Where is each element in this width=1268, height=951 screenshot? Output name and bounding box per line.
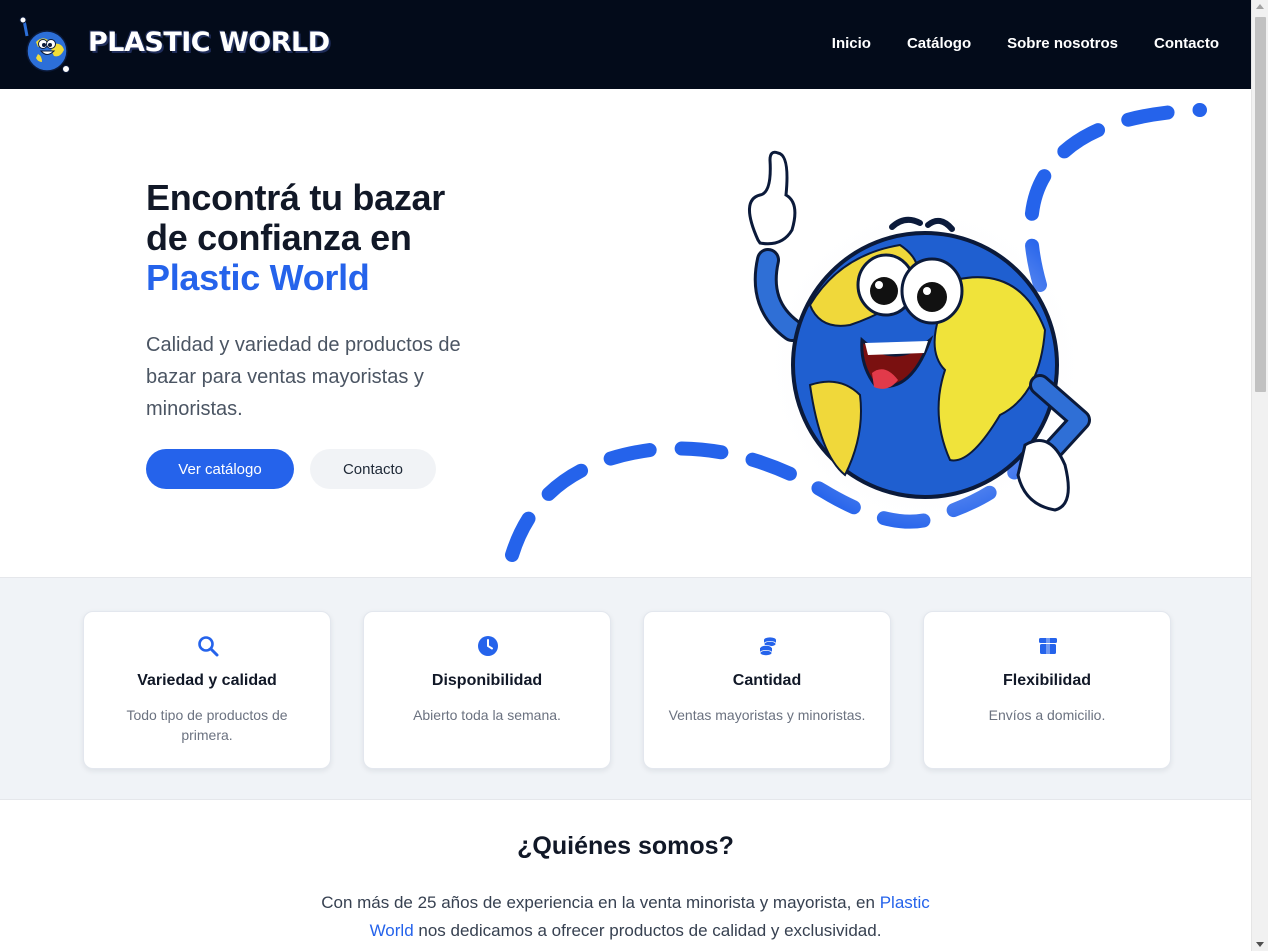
scroll-thumb[interactable] — [1255, 17, 1266, 392]
feature-card-variedad: Variedad y calidad Todo tipo de producto… — [83, 611, 331, 769]
feature-text: Ventas mayoristas y minoristas. — [668, 707, 866, 723]
site-header: PLASTIC WORLD Inicio Catálogo Sobre noso… — [0, 0, 1251, 89]
brand-name[interactable]: PLASTIC WORLD — [88, 27, 330, 58]
feature-title: Flexibilidad — [1002, 672, 1091, 689]
about-text-after: nos dedicamos a ofrecer productos de cal… — [418, 921, 882, 940]
nav-contacto[interactable]: Contacto — [1154, 35, 1219, 52]
search-icon — [198, 636, 219, 657]
hero-title-line2: de confianza en — [146, 217, 412, 258]
main-nav: Inicio Catálogo Sobre nosotros Contacto — [832, 35, 1219, 52]
feature-card-flexibilidad: Flexibilidad Envíos a domicilio. — [923, 611, 1171, 769]
feature-card-disponibilidad: Disponibilidad Abierto toda la semana. — [363, 611, 611, 769]
hero-title-accent: Plastic World — [146, 257, 370, 298]
scroll-down-arrow-icon[interactable] — [1256, 942, 1264, 947]
nav-sobre-nosotros[interactable]: Sobre nosotros — [1007, 35, 1118, 52]
hero-subtitle: Calidad y variedad de productos de bazar… — [146, 334, 461, 420]
feature-text: Envíos a domicilio. — [988, 707, 1106, 723]
nav-catalogo[interactable]: Catálogo — [907, 35, 971, 52]
page-scrollbar[interactable] — [1251, 0, 1268, 951]
feature-card-cantidad: Cantidad Ventas mayoristas y minoristas. — [643, 611, 891, 769]
nav-inicio[interactable]: Inicio — [832, 35, 871, 52]
about-text: Con más de 25 años de experiencia en la … — [300, 889, 951, 945]
box-icon — [1039, 638, 1057, 654]
features-section: Variedad y calidad Todo tipo de producto… — [0, 577, 1251, 800]
feature-title: Cantidad — [732, 672, 802, 689]
about-text-before: Con más de 25 años de experiencia en la … — [321, 893, 875, 912]
feature-text: Abierto toda la semana. — [413, 707, 561, 723]
clock-icon — [478, 636, 498, 656]
scroll-up-arrow-icon[interactable] — [1256, 4, 1264, 9]
globe-mascot-illustration — [505, 103, 1207, 562]
feature-title: Disponibilidad — [431, 672, 543, 689]
hero-title: Encontrá tu bazar de confianza en Plasti… — [146, 178, 526, 298]
feature-title: Variedad y calidad — [137, 672, 277, 689]
globe-mascot-logo-icon[interactable] — [14, 14, 74, 74]
ver-catalogo-button[interactable]: Ver catálogo — [146, 449, 294, 489]
contacto-button[interactable]: Contacto — [310, 449, 436, 489]
coins-icon — [759, 637, 777, 656]
hero-title-line1: Encontrá tu bazar — [146, 177, 445, 218]
feature-text: Todo tipo de productos de primera. — [126, 707, 288, 743]
about-title: ¿Quiénes somos? — [517, 832, 734, 860]
